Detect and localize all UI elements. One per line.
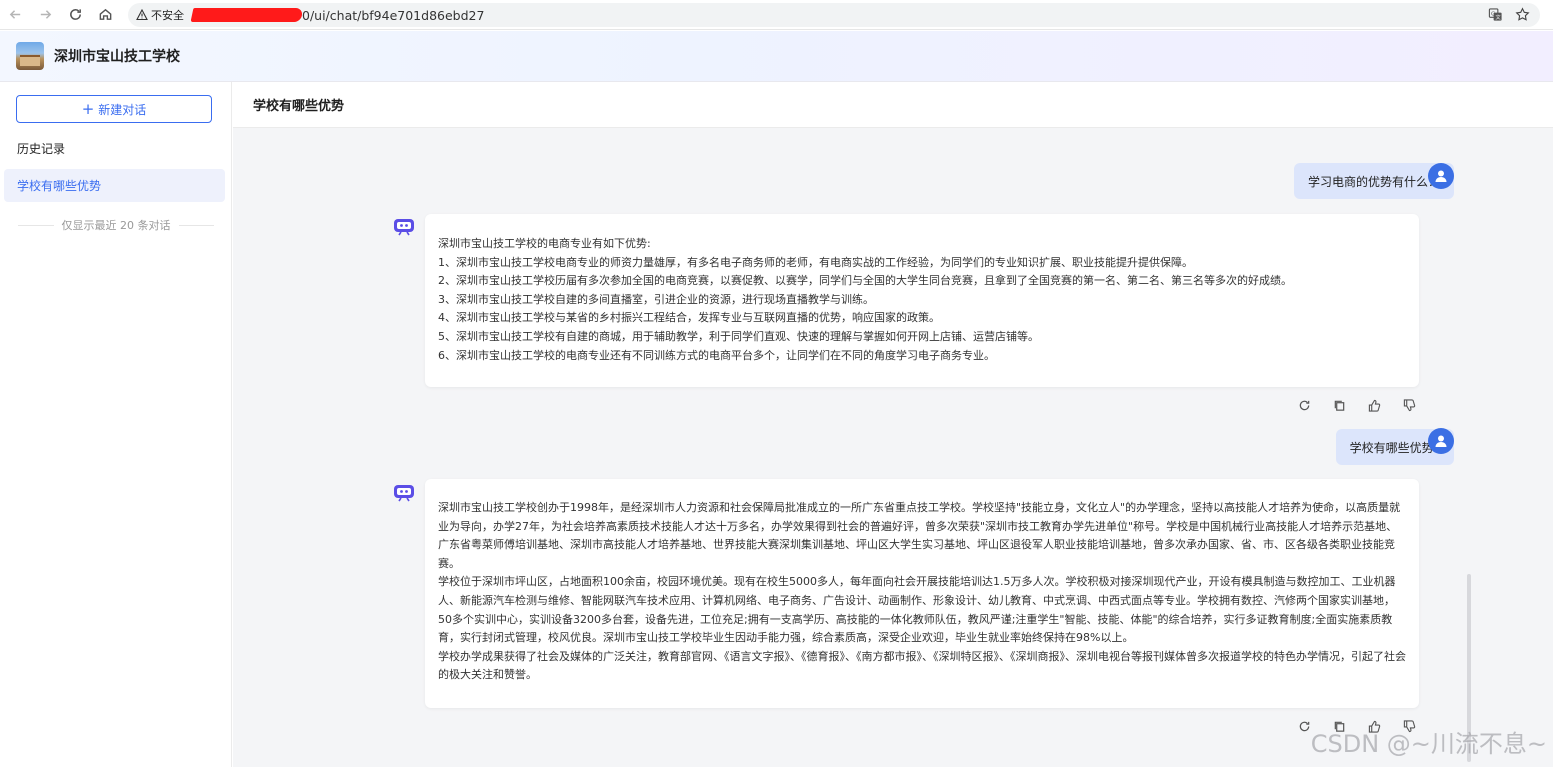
warning-icon [136, 9, 148, 21]
home-button[interactable] [90, 0, 120, 30]
new-chat-button[interactable]: + 新建对话 [16, 95, 212, 123]
thumbs-up-icon[interactable] [1366, 397, 1382, 413]
browser-toolbar: 不安全 0/ui/chat/bf94e701d86ebd27 G文 [0, 0, 1553, 30]
message-line: 5、深圳市宝山技工学校有自建的商城，用于辅助教学，利于同学们直观、快速的理解与掌… [438, 329, 1039, 343]
url-text: 0/ui/chat/bf94e701d86ebd27 [302, 7, 485, 23]
app-header: 深圳市宝山技工学校 [0, 31, 1553, 82]
message-line: 6、深圳市宝山技工学校的电商专业还有不同训练方式的电商平台多个，让同学们在不同的… [438, 348, 995, 362]
robot-icon [394, 485, 414, 502]
new-chat-label: 新建对话 [98, 102, 147, 117]
message-line: 3、深圳市宝山技工学校自建的多间直播室，引进企业的资源，进行现场直播教学与训练。 [438, 292, 874, 306]
refresh-icon[interactable] [1296, 397, 1312, 413]
watermark: CSDN @~川流不息~ [1310, 730, 1547, 758]
user-icon [1435, 435, 1447, 447]
user-icon [1435, 170, 1447, 182]
security-indicator[interactable]: 不安全 [136, 7, 184, 23]
message-line: 深圳市宝山技工学校的电商专业有如下优势: [438, 237, 651, 250]
arrow-right-icon [40, 10, 51, 19]
copy-icon[interactable] [1331, 397, 1347, 413]
forward-button[interactable] [30, 0, 60, 30]
user-avatar [1428, 163, 1454, 189]
assistant-message: 深圳市宝山技工学校创办于1998年，是经深圳市人力资源和社会保障局批准成立的一所… [425, 479, 1419, 708]
history-title: 历史记录 [17, 142, 66, 156]
robot-icon [394, 219, 414, 236]
school-name: 深圳市宝山技工学校 [54, 49, 180, 65]
message-paragraph: 深圳市宝山技工学校创办于1998年，是经深圳市人力资源和社会保障局批准成立的一所… [438, 501, 1401, 570]
chat-title: 学校有哪些优势 [233, 82, 1553, 128]
message-line: 4、深圳市宝山技工学校与某省的乡村振兴工程结合，发挥专业与互联网直播的优势，响应… [438, 311, 940, 325]
divider [18, 224, 54, 226]
plus-icon: + [81, 100, 95, 118]
reload-button[interactable] [60, 0, 90, 30]
star-icon[interactable] [1515, 7, 1530, 26]
reload-icon [69, 9, 81, 20]
school-logo [16, 42, 44, 70]
address-bar[interactable]: 不安全 0/ui/chat/bf94e701d86ebd27 G文 [128, 3, 1540, 27]
message-paragraph: 学校办学成果获得了社会及媒体的广泛关注，教育部官网、《语言文字报》、《德育报》、… [438, 649, 1406, 682]
translate-icon[interactable]: G文 [1488, 7, 1503, 26]
history-limit-note: 仅显示最近 20 条对话 [18, 217, 214, 233]
home-icon [99, 8, 111, 20]
message-line: 2、深圳市宝山技工学校历届有多次参加全国的电商竞赛，以赛促教、以赛学，同学们与全… [438, 274, 1292, 288]
chat-title-text: 学校有哪些优势 [253, 99, 345, 114]
back-button[interactable] [0, 0, 30, 30]
svg-text:文: 文 [1496, 13, 1501, 21]
refresh-icon[interactable] [1296, 718, 1312, 734]
message-actions [1296, 397, 1417, 413]
history-item-label: 学校有哪些优势 [17, 179, 102, 193]
history-limit-text: 仅显示最近 20 条对话 [61, 219, 171, 232]
assistant-message: 深圳市宝山技工学校的电商专业有如下优势: 1、深圳市宝山技工学校电商专业的师资力… [425, 214, 1419, 387]
thumbs-down-icon[interactable] [1401, 397, 1417, 413]
message-paragraph: 学校位于深圳市坪山区，占地面积100余亩，校园环境优美。现有在校生5000多人，… [438, 575, 1396, 645]
history-item[interactable]: 学校有哪些优势 [4, 169, 225, 202]
chat-main: 学校有哪些优势 学习电商的优势有什么？ 深圳市宝山技工学校的电商专业有如下优势:… [233, 82, 1553, 767]
sidebar: + 新建对话 历史记录 学校有哪些优势 仅显示最近 20 条对话 [0, 82, 232, 767]
divider [178, 224, 214, 226]
user-avatar [1428, 428, 1454, 454]
message-line: 1、深圳市宝山技工学校电商专业的师资力量雄厚，有多名电子商务师的老师，有电商实战… [438, 255, 1193, 269]
security-label: 不安全 [151, 9, 184, 22]
url-redaction [190, 8, 304, 22]
arrow-left-icon [9, 10, 20, 19]
